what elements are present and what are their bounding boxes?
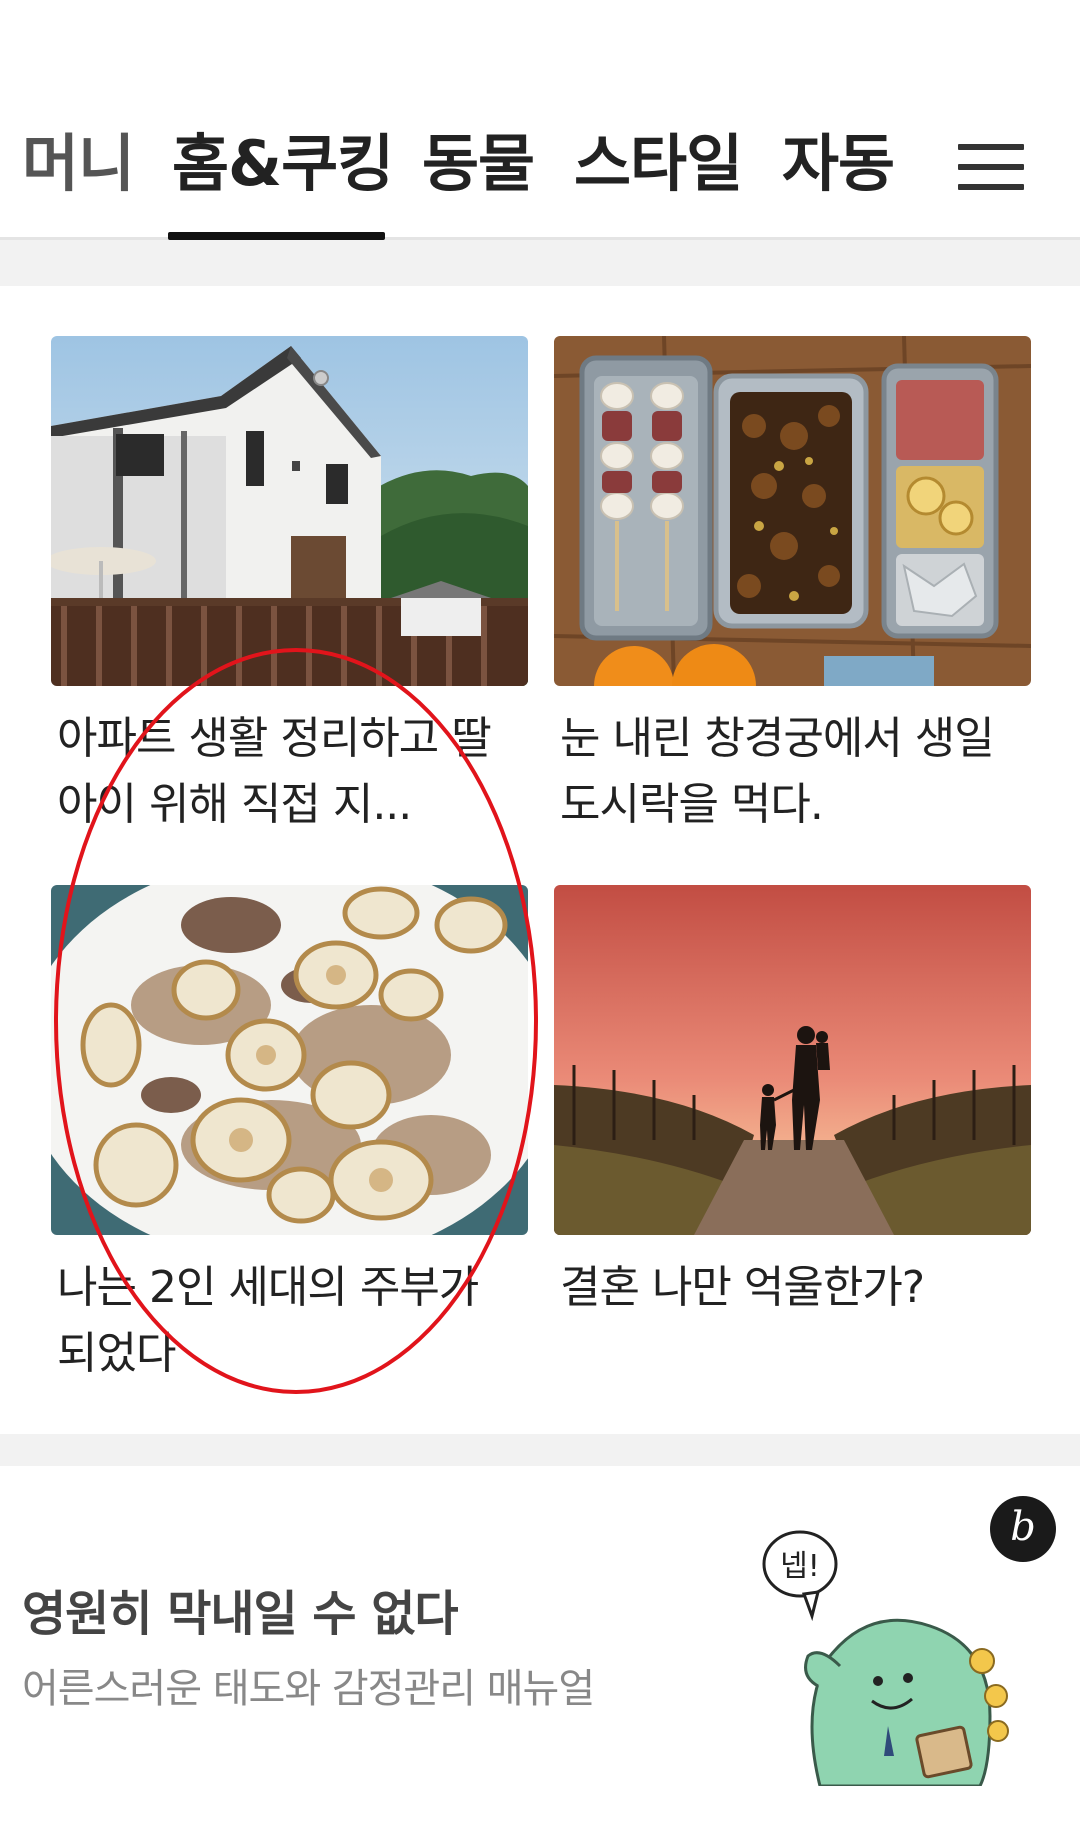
active-tab-indicator <box>168 232 385 240</box>
speech-bubble-text: 넵! <box>780 1549 820 1584</box>
tab-fade-overlay <box>890 110 960 220</box>
category-tab-bar: 머니 홈&쿠킹 동물 스타일 자동 <box>0 0 1080 240</box>
tab-animals[interactable]: 동물 <box>422 128 535 200</box>
article-thumbnail-lunchbox <box>554 336 1031 686</box>
banner-title: 영원히 막내일 수 없다 <box>22 1586 459 1642</box>
section-divider <box>0 240 1080 286</box>
tab-style[interactable]: 스타일 <box>574 128 743 200</box>
article-title[interactable]: 아파트 생활 정리하고 딸 아이 위해 직접 지... <box>57 706 527 838</box>
article-thumbnail-sunset <box>554 885 1031 1235</box>
article-thumbnail-house <box>51 336 528 686</box>
article-title[interactable]: 눈 내린 창경궁에서 생일 도시락을 먹다. <box>560 706 1030 838</box>
article-thumbnail-stir-fry <box>51 885 528 1235</box>
section-divider <box>0 1434 1080 1466</box>
article-title[interactable]: 나는 2인 세대의 주부가 되었다 <box>57 1255 527 1387</box>
article-title[interactable]: 결혼 나만 억울한가? <box>560 1255 1030 1321</box>
hamburger-menu-icon[interactable] <box>958 140 1028 196</box>
tab-home-cooking[interactable]: 홈&쿠킹 <box>172 128 394 200</box>
app-screen: 머니 홈&쿠킹 동물 스타일 자동 아파트 생활 정리하고 딸 아이 위해 직접… <box>0 0 1080 1839</box>
banner-subtitle: 어른스러운 태도와 감정관리 매뉴얼 <box>22 1666 595 1712</box>
promo-banner[interactable]: 영원히 막내일 수 없다 어른스러운 태도와 감정관리 매뉴얼 b 넵! <box>0 1466 1080 1839</box>
tab-money[interactable]: 머니 <box>22 128 135 200</box>
mascot-illustration: 넵! <box>760 1516 1020 1788</box>
tab-car[interactable]: 자동 <box>782 128 895 200</box>
